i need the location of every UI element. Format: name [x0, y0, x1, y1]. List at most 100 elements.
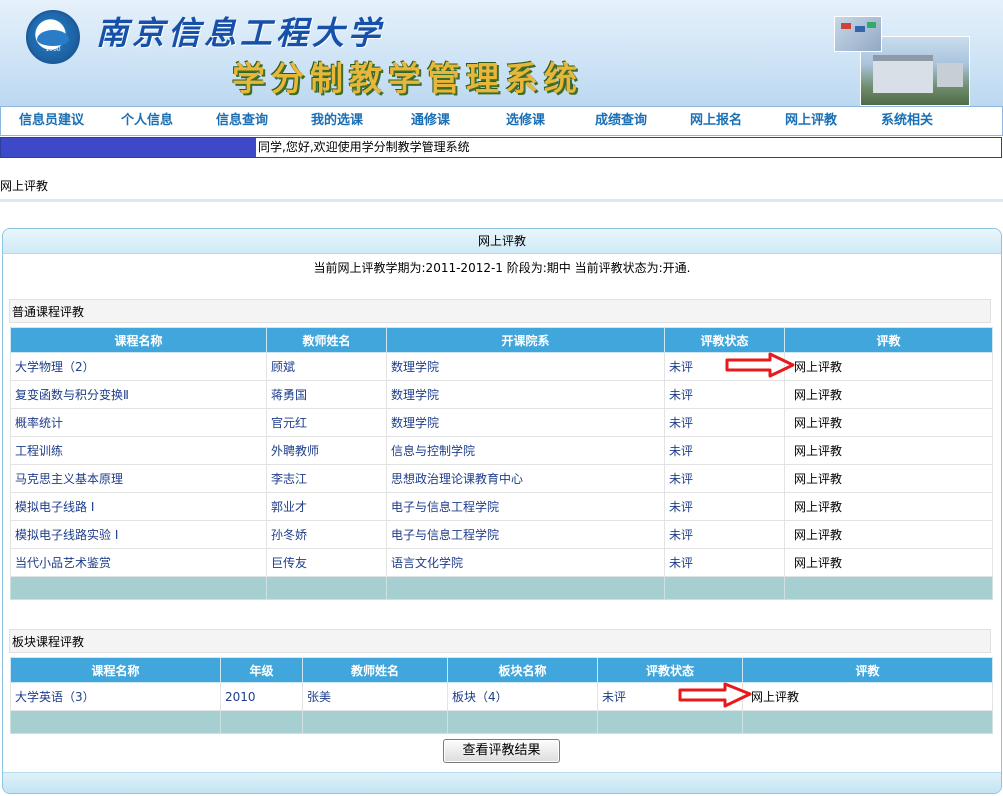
panel-footer [3, 772, 1001, 793]
evaluation-status: 未评 [664, 520, 785, 549]
main-nav: 信息员建议 个人信息 信息查询 我的选课 通修课 选修课 成绩查询 网上报名 网… [0, 107, 1003, 136]
red-arrow-icon [725, 352, 795, 378]
view-results-button[interactable]: 查看评教结果 [443, 739, 560, 763]
table-row: 复变函数与积分变换Ⅱ 蒋勇国 数理学院 未评 网上评教 [10, 380, 993, 409]
department: 信息与控制学院 [386, 436, 665, 465]
campus-photo [834, 16, 970, 106]
module-course-table: 课程名称 年级 教师姓名 板块名称 评教状态 评教 大学英语（3） 2010 张… [10, 657, 993, 734]
regular-section-title: 普通课程评教 [9, 299, 991, 323]
course-name: 当代小品艺术鉴赏 [10, 548, 267, 577]
table-header-row: 课程名称 年级 教师姓名 板块名称 评教状态 评教 [10, 657, 993, 683]
nav-item-online-evaluation[interactable]: 网上评教 [785, 107, 837, 135]
nav-item-my-courses[interactable]: 我的选课 [311, 107, 363, 135]
nav-item-general-courses[interactable]: 通修课 [411, 107, 450, 135]
breadcrumb: 网上评教 [0, 179, 49, 193]
term-info: 当前网上评教学期为:2011-2012-1 阶段为:期中 当前评教状态为:开通. [313, 261, 691, 275]
table-header-row: 课程名称 教师姓名 开课院系 评教状态 评教 [10, 327, 993, 353]
teacher-name: 外聘教师 [266, 436, 387, 465]
table-row: 工程训练 外聘教师 信息与控制学院 未评 网上评教 [10, 436, 993, 465]
module-section-title: 板块课程评教 [9, 629, 991, 653]
course-name: 马克思主义基本原理 [10, 464, 267, 493]
course-name: 工程训练 [10, 436, 267, 465]
teacher-name: 孙冬娇 [266, 520, 387, 549]
system-name: 学分制教学管理系统 [232, 59, 583, 98]
evaluation-status: 未评 [664, 492, 785, 521]
evaluate-link[interactable]: 网上评教 [784, 492, 993, 521]
university-logo: 1960 [26, 10, 80, 64]
evaluation-status: 未评 [664, 380, 785, 409]
teacher-name: 顾斌 [266, 352, 387, 381]
evaluation-status: 未评 [664, 408, 785, 437]
department: 电子与信息工程学院 [386, 492, 665, 521]
col-header-course: 课程名称 [10, 327, 267, 353]
logo-year: 1960 [45, 46, 61, 53]
grade: 2010 [220, 682, 303, 711]
nav-item-elective-courses[interactable]: 选修课 [506, 107, 545, 135]
col-header-dept: 开课院系 [386, 327, 665, 353]
table-row: 大学英语（3） 2010 张美 板块（4） 未评 网上评教 [10, 682, 993, 711]
nav-item-info-query[interactable]: 信息查询 [216, 107, 268, 135]
col-header-action: 评教 [784, 327, 993, 353]
evaluate-link[interactable]: 网上评教 [784, 436, 993, 465]
col-header-status: 评教状态 [597, 657, 743, 683]
nav-item-grade-query[interactable]: 成绩查询 [595, 107, 647, 135]
table-footer-row [10, 576, 993, 600]
teacher-name: 蒋勇国 [266, 380, 387, 409]
evaluation-status: 未评 [664, 548, 785, 577]
teacher-name: 巨传友 [266, 548, 387, 577]
nav-item-suggestion[interactable]: 信息员建议 [19, 107, 84, 135]
col-header-course: 课程名称 [10, 657, 221, 683]
nav-item-system[interactable]: 系统相关 [881, 107, 933, 135]
status-bar: 同学,您好,欢迎使用学分制教学管理系统 [0, 137, 1002, 158]
department: 电子与信息工程学院 [386, 520, 665, 549]
col-header-teacher: 教师姓名 [266, 327, 387, 353]
department: 数理学院 [386, 352, 665, 381]
teacher-name: 张美 [302, 682, 448, 711]
teacher-name: 李志江 [266, 464, 387, 493]
evaluate-link[interactable]: 网上评教 [784, 352, 993, 381]
department: 思想政治理论课教育中心 [386, 464, 665, 493]
course-name: 概率统计 [10, 408, 267, 437]
col-header-teacher: 教师姓名 [302, 657, 448, 683]
department: 数理学院 [386, 380, 665, 409]
status-bar-accent [1, 138, 256, 157]
course-name: 大学英语（3） [10, 682, 221, 711]
course-name: 大学物理（2） [10, 352, 267, 381]
evaluation-status: 未评 [664, 436, 785, 465]
table-row: 当代小品艺术鉴赏 巨传友 语言文化学院 未评 网上评教 [10, 548, 993, 577]
nav-item-online-registration[interactable]: 网上报名 [690, 107, 742, 135]
table-row: 模拟电子线路实验 I 孙冬娇 电子与信息工程学院 未评 网上评教 [10, 520, 993, 549]
table-row: 模拟电子线路 I 郭业才 电子与信息工程学院 未评 网上评教 [10, 492, 993, 521]
university-name: 南京信息工程大学 [96, 14, 385, 52]
evaluate-link[interactable]: 网上评教 [784, 408, 993, 437]
red-arrow-icon [678, 682, 752, 708]
module-name: 板块（4） [447, 682, 598, 711]
nav-item-personal-info[interactable]: 个人信息 [121, 107, 173, 135]
col-header-action: 评教 [742, 657, 993, 683]
col-header-status: 评教状态 [664, 327, 785, 353]
col-header-module: 板块名称 [447, 657, 598, 683]
panel-title: 网上评教 [3, 229, 1001, 254]
table-row: 马克思主义基本原理 李志江 思想政治理论课教育中心 未评 网上评教 [10, 464, 993, 493]
welcome-message: 同学,您好,欢迎使用学分制教学管理系统 [258, 140, 470, 154]
table-footer-row [10, 710, 993, 734]
evaluation-status: 未评 [664, 464, 785, 493]
table-row: 大学物理（2） 顾斌 数理学院 未评 网上评教 [10, 352, 993, 381]
course-name: 模拟电子线路 I [10, 492, 267, 521]
evaluate-link[interactable]: 网上评教 [784, 548, 993, 577]
flags-image [834, 16, 882, 52]
evaluate-link[interactable]: 网上评教 [742, 682, 993, 711]
course-name: 模拟电子线路实验 I [10, 520, 267, 549]
logo-emblem-icon [37, 30, 69, 46]
divider [0, 199, 1003, 202]
evaluate-link[interactable]: 网上评教 [784, 380, 993, 409]
course-name: 复变函数与积分变换Ⅱ [10, 380, 267, 409]
department: 语言文化学院 [386, 548, 665, 577]
header-banner: 1960 南京信息工程大学 学分制教学管理系统 [0, 0, 1003, 107]
teacher-name: 官元红 [266, 408, 387, 437]
evaluate-link[interactable]: 网上评教 [784, 520, 993, 549]
evaluate-link[interactable]: 网上评教 [784, 464, 993, 493]
department: 数理学院 [386, 408, 665, 437]
table-row: 概率统计 官元红 数理学院 未评 网上评教 [10, 408, 993, 437]
teacher-name: 郭业才 [266, 492, 387, 521]
